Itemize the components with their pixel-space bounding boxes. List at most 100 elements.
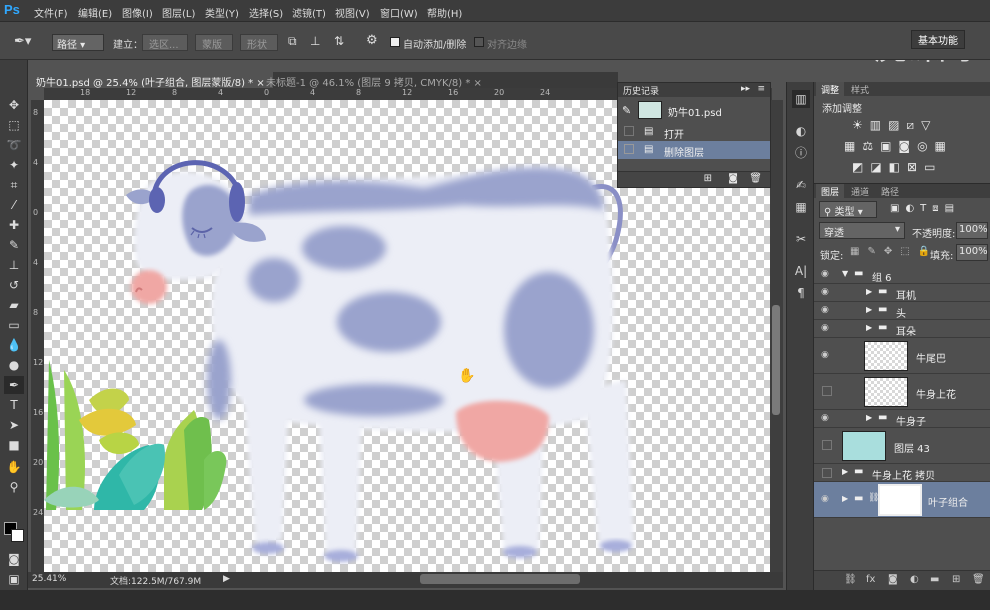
adjustments-panel-icon[interactable]: ◐ xyxy=(792,122,810,140)
layer-filter-icons[interactable]: ▣◐T⧈▤ xyxy=(890,203,960,214)
new-layer-icon[interactable]: ⊞ xyxy=(952,574,960,585)
history-brush-icon[interactable]: ↺ xyxy=(4,276,24,294)
tab-document-cow[interactable]: 奶牛01.psd @ 25.4% (叶子组合, 图层蒙版/8) * × xyxy=(28,72,273,89)
brush-tool-icon[interactable]: ✎ xyxy=(4,236,24,254)
disclosure-closed-icon[interactable]: ▶ xyxy=(866,323,872,332)
gradient-tool-icon[interactable]: ▭ xyxy=(4,316,24,334)
fx-icon[interactable]: fx xyxy=(866,574,875,585)
history-brush-icon[interactable]: ✎ xyxy=(622,104,631,117)
dodge-tool-icon[interactable]: ● xyxy=(4,356,24,374)
disclosure-open-icon[interactable]: ▼ xyxy=(842,269,848,278)
history-state-checkbox[interactable] xyxy=(624,144,634,154)
lock-icons[interactable]: ▦✎✥⬚🔒 xyxy=(850,246,938,257)
zoom-tool-icon[interactable]: ⚲ xyxy=(4,478,24,496)
pen-tool-icon[interactable]: ✒▾ xyxy=(14,34,31,49)
brush-presets-icon[interactable]: ▦ xyxy=(792,198,810,216)
magic-wand-icon[interactable]: ✦ xyxy=(4,156,24,174)
history-item[interactable]: ▤ 打开 xyxy=(618,123,770,141)
eye-hidden-toggle[interactable] xyxy=(822,440,832,450)
shape-button[interactable]: 形状 xyxy=(240,34,278,51)
adjustment-icons-row-3[interactable]: ◩◪◧⊠▭ xyxy=(852,160,942,174)
mask-button[interactable]: 蒙版 xyxy=(195,34,233,51)
add-mask-icon[interactable]: ◙ xyxy=(888,574,898,585)
eye-icon[interactable]: ◉ xyxy=(821,269,833,279)
rectangle-tool-icon[interactable]: ■ xyxy=(4,436,24,454)
menu-type[interactable]: 类型(Y) xyxy=(205,5,239,20)
tab-paths[interactable]: 路径 xyxy=(876,184,904,198)
new-document-from-state-icon[interactable]: ⊞ xyxy=(704,173,712,184)
path-operations-icon[interactable]: ⧉ xyxy=(288,34,297,49)
trash-icon[interactable]: 🗑 xyxy=(972,574,985,585)
lasso-tool-icon[interactable]: ➰ xyxy=(4,136,24,154)
layer-row-group6[interactable]: ◉ ▼ ▬ 组 6 xyxy=(814,266,990,284)
zoom-level[interactable]: 25.41% xyxy=(32,574,66,584)
trash-icon[interactable]: 🗑 xyxy=(749,173,762,184)
disclosure-closed-icon[interactable]: ▶ xyxy=(866,287,872,296)
adjustment-icons-row-2[interactable]: ▦⚖▣◙◎▦ xyxy=(844,139,953,153)
tab-adjustments[interactable]: 调整 xyxy=(816,82,845,96)
move-tool-icon[interactable]: ✥ xyxy=(4,96,24,114)
pen-tool-icon[interactable]: ✒ xyxy=(4,376,24,394)
tab-styles[interactable]: 样式 xyxy=(846,82,874,96)
eye-icon[interactable]: ◉ xyxy=(821,413,833,423)
layer-row-body[interactable]: ◉ ▶ ▬ 牛身子 xyxy=(814,410,990,428)
gear-icon[interactable]: ⚙ xyxy=(366,33,378,48)
menu-layer[interactable]: 图层(L) xyxy=(162,5,195,20)
layer-row-headphones[interactable]: ◉ ▶ ▬ 耳机 xyxy=(814,284,990,302)
info-panel-icon[interactable]: ⓘ xyxy=(792,144,810,162)
menu-select[interactable]: 选择(S) xyxy=(249,5,283,20)
collapse-icon[interactable]: ▸▸ xyxy=(741,84,750,94)
fill-input[interactable]: 100% xyxy=(956,244,988,261)
paragraph-panel-icon[interactable]: ¶ xyxy=(792,284,810,302)
menu-view[interactable]: 视图(V) xyxy=(335,5,370,20)
quick-mask-icon[interactable]: ◙ xyxy=(4,550,24,568)
align-edges-checkbox[interactable] xyxy=(474,37,484,47)
tab-layers[interactable]: 图层 xyxy=(816,184,845,198)
tab-document-untitled[interactable]: 未标题-1 @ 46.1% (图层 9 拷贝, CMYK/8) * × xyxy=(258,72,490,89)
menu-edit[interactable]: 编辑(E) xyxy=(78,5,112,20)
eye-icon[interactable]: ◉ xyxy=(821,287,833,297)
disclosure-closed-icon[interactable]: ▶ xyxy=(866,305,872,314)
canvas-vertical-scroll-thumb[interactable] xyxy=(772,305,780,415)
blend-mode-select[interactable]: 穿透 ▾ xyxy=(819,222,905,239)
eye-hidden-toggle[interactable] xyxy=(822,386,832,396)
history-item-selected[interactable]: ▤ 删除图层 xyxy=(618,141,770,159)
eraser-icon[interactable]: ▰ xyxy=(4,296,24,314)
disclosure-closed-icon[interactable]: ▶ xyxy=(842,467,848,476)
history-state-checkbox[interactable] xyxy=(624,126,634,136)
screen-mode-icon[interactable]: ▣ xyxy=(4,570,24,588)
menu-image[interactable]: 图像(I) xyxy=(122,5,153,20)
marquee-tool-icon[interactable]: ⬚ xyxy=(4,116,24,134)
adjustment-layer-icon[interactable]: ◐ xyxy=(910,574,919,585)
opacity-input[interactable]: 100% xyxy=(956,222,988,239)
layer-row-ears[interactable]: ◉ ▶ ▬ 耳朵 xyxy=(814,320,990,338)
layer-row-head[interactable]: ◉ ▶ ▬ 头 xyxy=(814,302,990,320)
layer-row-leaf-group-selected[interactable]: ◉ ▶ ▬ ⛓ 叶子组合 xyxy=(814,482,990,518)
pen-mode-select[interactable]: 路径 ▾ xyxy=(52,34,104,51)
menu-help[interactable]: 帮助(H) xyxy=(427,5,462,20)
status-menu-arrow-icon[interactable]: ▶ xyxy=(223,574,230,584)
layer-mask-thumbnail[interactable] xyxy=(878,484,922,516)
layer-row-body-flowers[interactable]: 牛身上花 xyxy=(814,374,990,410)
panel-menu-icon[interactable]: ≡ xyxy=(757,84,765,94)
healing-brush-icon[interactable]: ✚ xyxy=(4,216,24,234)
background-color-swatch[interactable] xyxy=(11,529,24,542)
menu-window[interactable]: 窗口(W) xyxy=(380,5,418,20)
eye-icon[interactable]: ◉ xyxy=(821,494,833,504)
auto-add-delete-checkbox[interactable] xyxy=(390,37,400,47)
eyedropper-icon[interactable]: ⁄ xyxy=(4,196,24,214)
path-arrangement-icon[interactable]: ⇅ xyxy=(334,34,344,48)
history-snapshot[interactable]: ✎ 奶牛01.psd xyxy=(618,99,770,123)
tool-presets-icon[interactable]: ✂ xyxy=(792,230,810,248)
history-panel-icon[interactable]: ▥ xyxy=(792,90,810,108)
type-tool-icon[interactable]: T xyxy=(4,396,24,414)
workspace-switcher[interactable]: 基本功能 xyxy=(911,30,965,49)
blur-tool-icon[interactable]: 💧 xyxy=(4,336,24,354)
link-layers-icon[interactable]: ⛓ xyxy=(844,574,857,585)
disclosure-closed-icon[interactable]: ▶ xyxy=(866,413,872,422)
menu-filter[interactable]: 滤镜(T) xyxy=(292,5,326,20)
eye-hidden-toggle[interactable] xyxy=(822,468,832,478)
layer-row-tail[interactable]: ◉ 牛尾巴 xyxy=(814,338,990,374)
brush-panel-icon[interactable]: ✍ xyxy=(792,176,810,194)
eye-icon[interactable]: ◉ xyxy=(821,350,833,360)
